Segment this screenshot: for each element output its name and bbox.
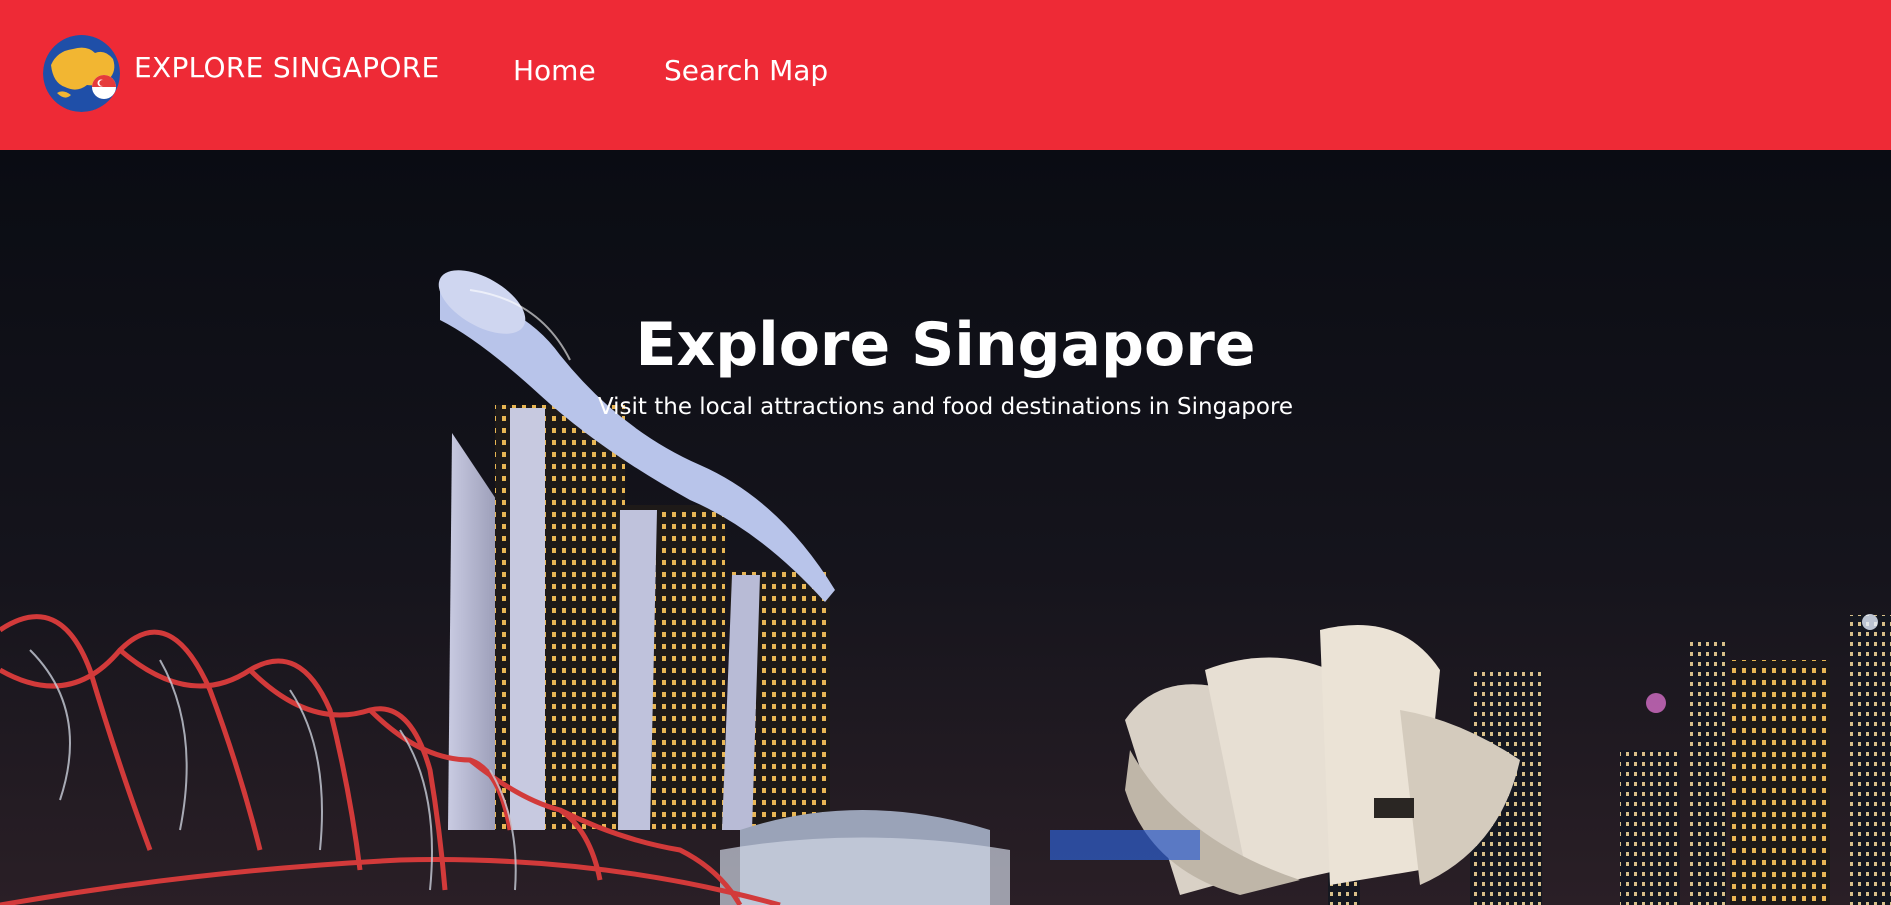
- hero-subtitle: Visit the local attractions and food des…: [597, 394, 1294, 420]
- brand-title[interactable]: EXPLORE SINGAPORE: [134, 51, 439, 84]
- singapore-globe-flag-icon: [43, 35, 120, 112]
- logo[interactable]: [43, 35, 120, 112]
- hero-title: Explore Singapore: [635, 310, 1256, 380]
- hero-banner: Explore Singapore Visit the local attrac…: [0, 150, 1891, 905]
- singapore-skyline-night-photo: [0, 150, 1891, 905]
- nav-link-home[interactable]: Home: [513, 54, 596, 87]
- navbar: EXPLORE SINGAPORE Home Search Map: [0, 0, 1891, 150]
- nav-link-search-map[interactable]: Search Map: [664, 54, 828, 87]
